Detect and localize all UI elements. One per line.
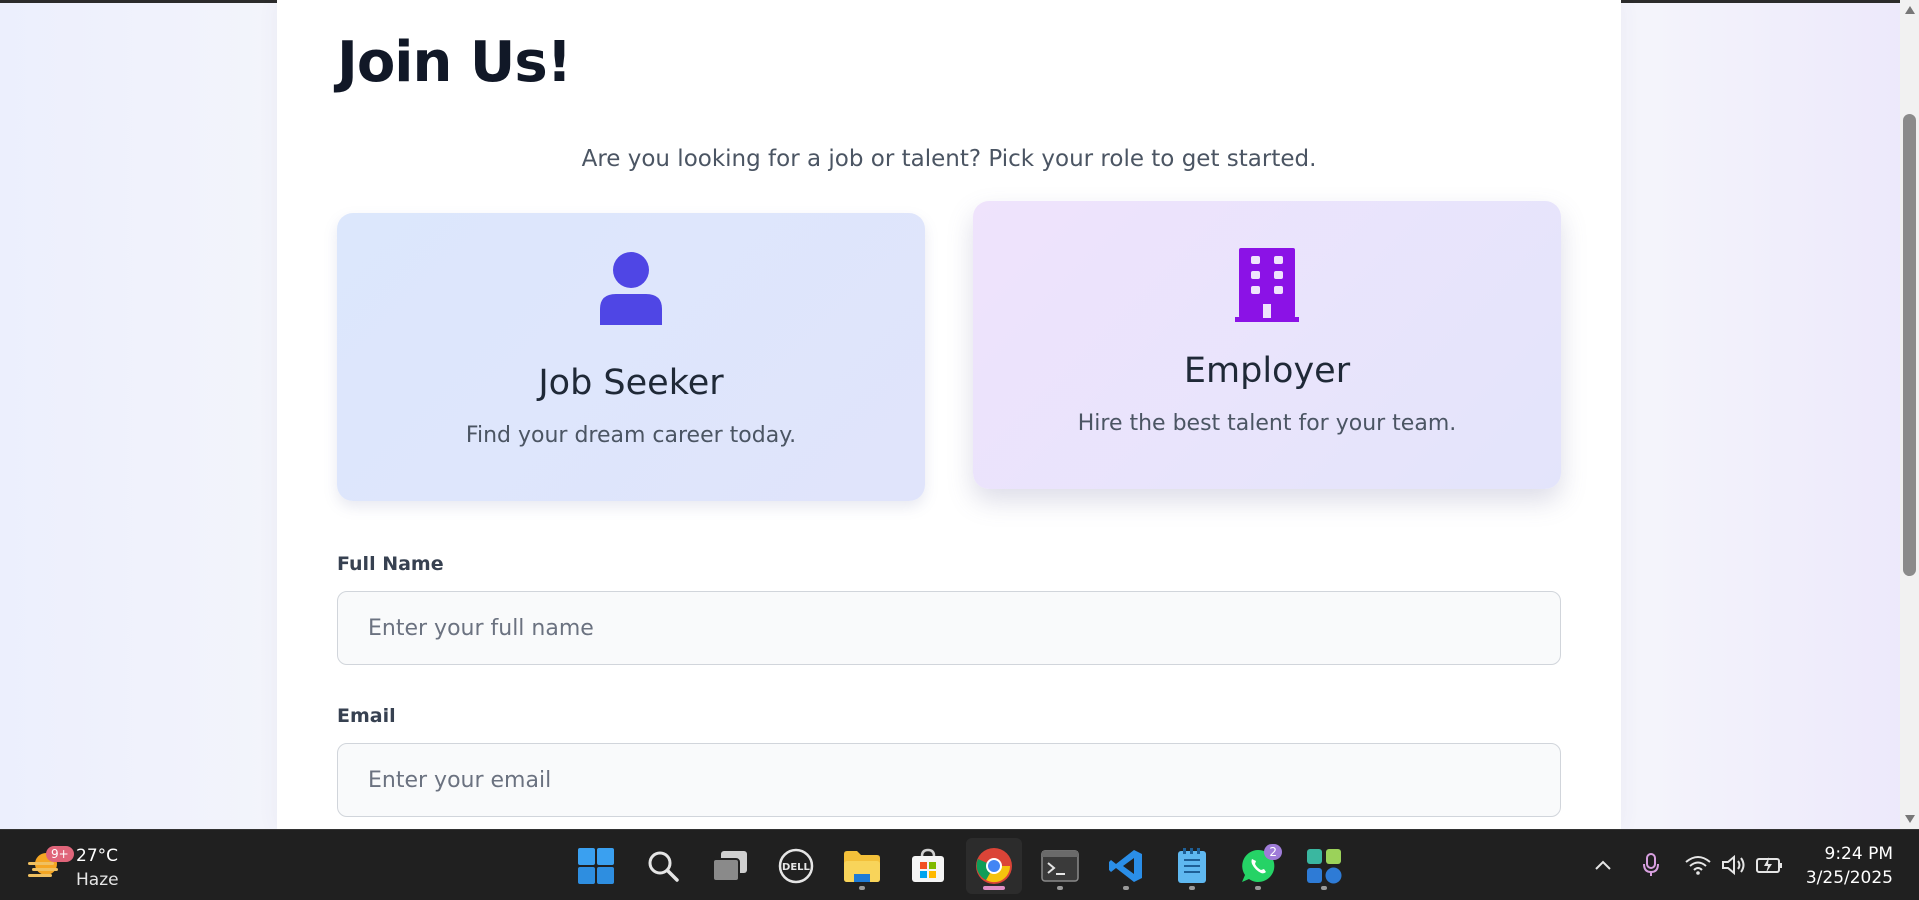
microsoft-store-button[interactable] [900,838,956,894]
signup-panel: Join Us! Are you looking for a job or ta… [277,0,1621,829]
task-view-button[interactable] [702,838,758,894]
taskbar: 9+ 27°C Haze DELL 2 9:24 PM 3/25/2025 [0,829,1919,900]
browser-viewport: Join Us! Are you looking for a job or ta… [0,0,1919,829]
chrome-button[interactable] [966,838,1022,894]
role-description: Find your dream career today. [465,423,797,448]
start-icon [578,848,614,884]
battery-button[interactable] [1755,850,1785,880]
clock-date: 3/25/2025 [1805,868,1893,888]
chrome-icon [976,848,1012,884]
role-card-job-seeker[interactable]: Job Seeker Find your dream career today. [337,213,925,501]
running-indicator [1057,886,1063,890]
clock-time: 9:24 PM [1824,844,1894,864]
notification-badge: 2 [1264,844,1282,860]
vscode-icon [1109,850,1142,882]
app-grid-icon [1307,849,1342,884]
weather-alert-badge: 9+ [46,846,74,862]
building-icon [973,248,1561,322]
full-name-input[interactable] [337,591,1561,665]
user-icon [337,251,925,325]
search-icon [648,851,679,882]
terminal-button[interactable] [1032,838,1088,894]
weather-temperature: 27°C [76,846,119,866]
vscode-button[interactable] [1098,838,1154,894]
running-indicator [1189,886,1195,890]
battery-charging-icon [1756,857,1782,873]
file-explorer-icon [844,851,880,882]
chevron-up-icon [1595,860,1611,870]
clock[interactable]: 9:24 PM 3/25/2025 [1806,842,1893,890]
whatsapp-button[interactable]: 2 [1230,838,1286,894]
page-subtitle: Are you looking for a job or talent? Pic… [581,146,1317,172]
running-indicator [1123,886,1129,890]
microphone-button[interactable] [1636,850,1666,880]
email-input[interactable] [337,743,1561,817]
file-explorer-button[interactable] [834,838,890,894]
search-button[interactable] [635,838,691,894]
wifi-icon [1685,856,1711,875]
wifi-button[interactable] [1683,850,1713,880]
dell-app-button[interactable]: DELL [768,838,824,894]
active-indicator [983,886,1005,890]
notepad-button[interactable] [1164,838,1220,894]
vertical-scrollbar[interactable] [1900,0,1919,829]
running-indicator [1321,886,1327,890]
dell-icon: DELL [778,848,814,884]
microphone-icon [1643,853,1659,876]
start-button[interactable] [568,838,624,894]
scroll-up-arrow-icon[interactable] [1905,6,1915,14]
terminal-icon [1041,850,1079,882]
notepad-icon [1178,848,1206,883]
role-title: Job Seeker [538,363,724,403]
full-name-label: Full Name [337,553,444,575]
show-hidden-icons-button[interactable] [1588,850,1618,880]
page-title: Join Us! [337,30,572,95]
running-indicator [1255,886,1261,890]
microsoft-store-icon [912,848,944,882]
task-view-icon [712,851,747,882]
email-label: Email [337,705,396,727]
role-title: Employer [1183,351,1351,391]
weather-widget[interactable]: 9+ 27°C Haze [24,840,144,890]
app-grid-button[interactable] [1296,838,1352,894]
running-indicator [859,886,865,890]
scroll-down-arrow-icon[interactable] [1905,815,1915,823]
role-card-employer[interactable]: Employer Hire the best talent for your t… [973,201,1561,489]
scrollbar-thumb[interactable] [1903,114,1916,576]
svg-text:DELL: DELL [782,862,811,873]
weather-condition: Haze [76,870,119,890]
volume-icon [1722,854,1745,876]
volume-button[interactable] [1719,850,1749,880]
role-description: Hire the best talent for your team. [1077,411,1457,436]
